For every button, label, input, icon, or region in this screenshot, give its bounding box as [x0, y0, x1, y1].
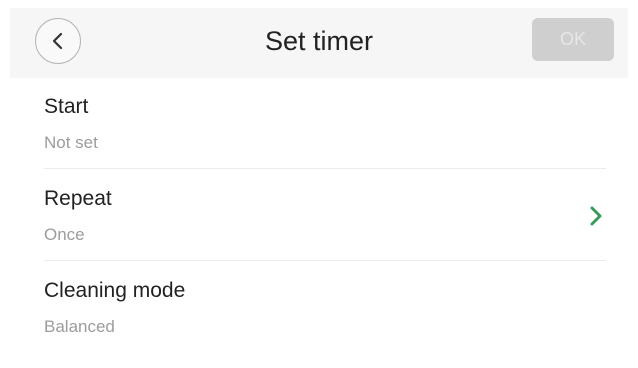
- ok-button[interactable]: OK: [532, 18, 614, 61]
- header-bar: Set timer OK: [10, 8, 628, 78]
- start-label: Start: [44, 95, 89, 118]
- chevron-right-icon[interactable]: [588, 204, 604, 228]
- repeat-row[interactable]: Repeat Once: [44, 186, 606, 276]
- repeat-label: Repeat: [44, 187, 112, 210]
- divider: [44, 260, 606, 261]
- start-row[interactable]: Start Not set: [44, 94, 606, 184]
- divider: [44, 168, 606, 169]
- cleaning-mode-row[interactable]: Cleaning mode Balanced: [44, 278, 606, 368]
- cleaning-mode-label: Cleaning mode: [44, 279, 186, 302]
- repeat-value: Once: [44, 225, 85, 244]
- start-value: Not set: [44, 133, 98, 152]
- cleaning-mode-value: Balanced: [44, 317, 115, 336]
